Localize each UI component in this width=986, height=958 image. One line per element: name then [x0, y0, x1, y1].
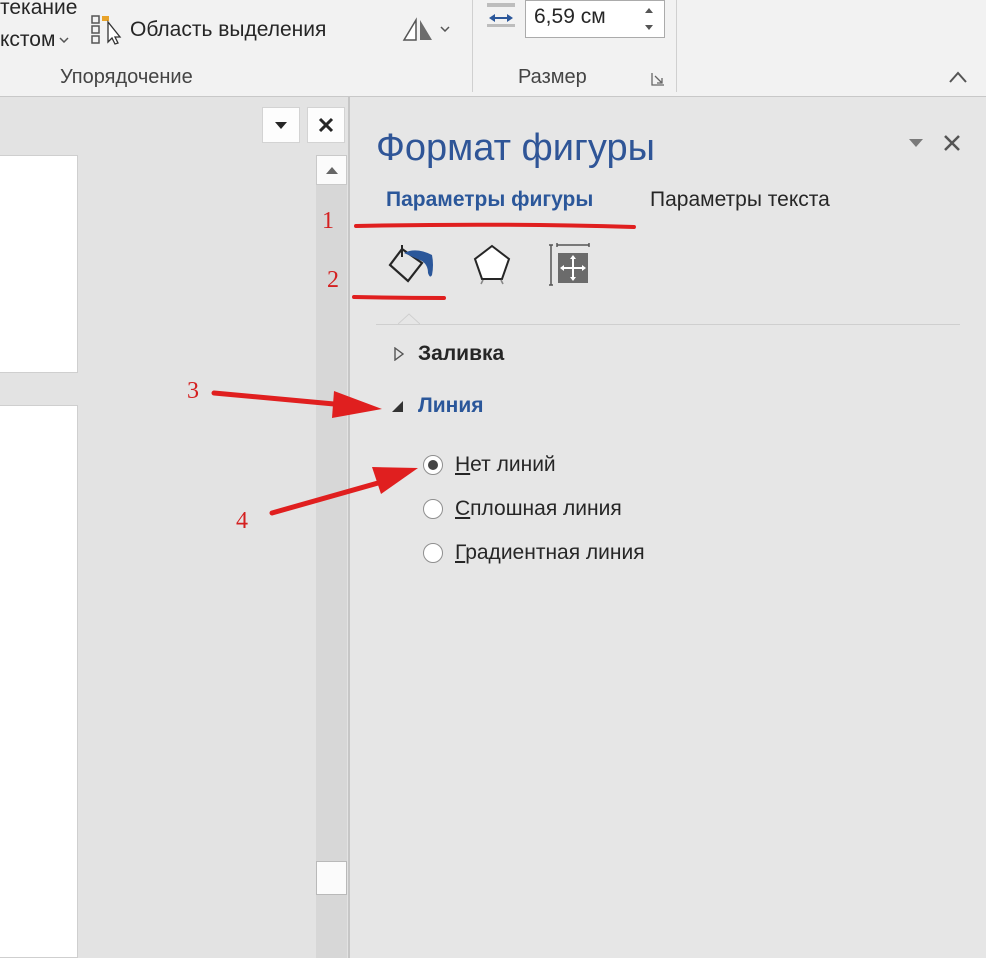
annotation-arrow-4 — [269, 478, 388, 516]
annotation-arrowhead-4 — [372, 467, 418, 494]
annotation-underline-2 — [352, 295, 446, 300]
annotation-overlay — [211, 222, 636, 516]
annotation-arrow-3 — [211, 390, 348, 408]
annotation-arrowhead-3 — [332, 391, 382, 418]
annotation-underline-1 — [354, 222, 636, 229]
